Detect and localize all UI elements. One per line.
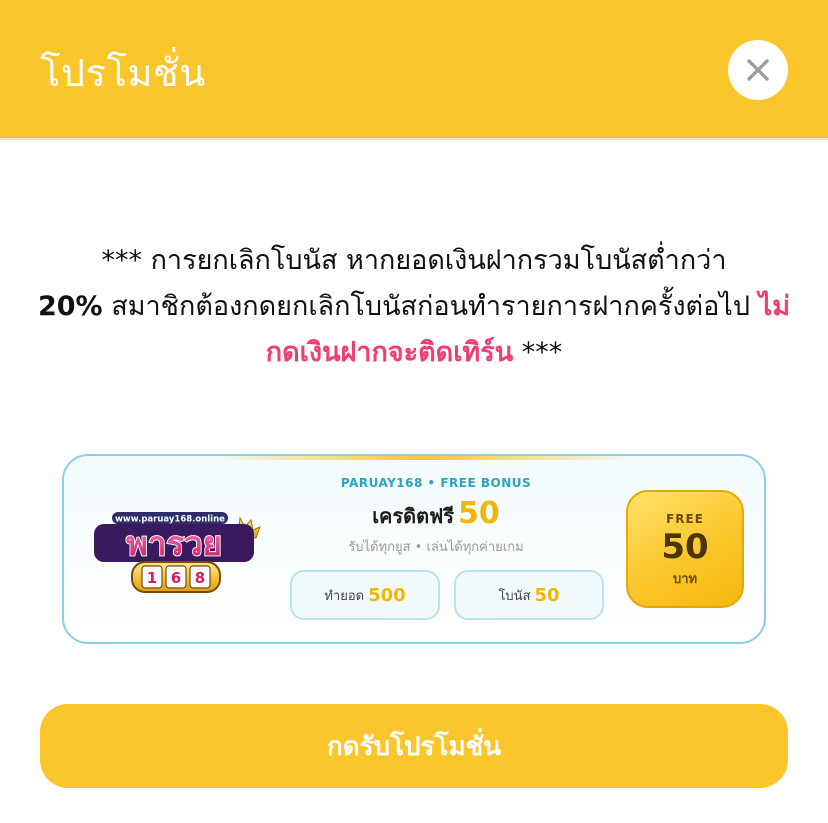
svg-text:www.paruay168.online: www.paruay168.online: [115, 515, 225, 525]
bonus-label: โบนัส: [498, 588, 531, 604]
close-button[interactable]: [728, 40, 788, 100]
bonus-pill: โบนัส 50: [454, 570, 604, 620]
notice-suffix: ***: [521, 337, 563, 368]
promo-details: PARUAY168 • FREE BONUS เครดิตฟรี 50 รับได…: [286, 476, 586, 557]
turnover-pill: ทำยอด 500: [290, 570, 440, 620]
promo-card[interactable]: www.paruay168.online พารวย 1 6 8 PARUAY1…: [62, 454, 766, 644]
credit-label: เครดิตฟรี: [372, 504, 455, 528]
svg-text:6: 6: [171, 569, 181, 587]
svg-text:พารวย: พารวย: [126, 524, 222, 563]
svg-text:8: 8: [195, 569, 205, 587]
svg-text:1: 1: [147, 569, 157, 587]
paruay168-logo: www.paruay168.online พารวย 1 6 8: [94, 512, 261, 593]
card-top-glow: [214, 456, 634, 460]
notice-prefix: *** การยกเลิกโบนัส หากยอดเงินฝากรวมโบนัส…: [101, 245, 727, 276]
modal-header: โปรโมชั่น: [0, 0, 828, 140]
badge-free-label: FREE: [666, 512, 704, 526]
claim-promotion-button[interactable]: กดรับโปรโมชั่น: [40, 704, 788, 788]
notice-percent: 20%: [37, 291, 103, 322]
promo-tagline: PARUAY168 • FREE BONUS: [340, 476, 532, 490]
close-icon: [747, 59, 769, 81]
promo-subline: รับได้ทุกยูส • เล่นได้ทุกค่ายเกม: [348, 540, 524, 555]
turnover-label: ทำยอด: [324, 588, 365, 604]
modal-title: โปรโมชั่น: [40, 51, 206, 95]
notice-middle: สมาชิกต้องกดยกเลิกโบนัสก่อนทำรายการฝากคร…: [111, 291, 751, 322]
bonus-cancel-notice: *** การยกเลิกโบนัส หากยอดเงินฝากรวมโบนัส…: [30, 238, 798, 376]
badge-unit: บาท: [672, 572, 698, 587]
credit-row: เครดิตฟรี 50: [286, 496, 586, 532]
turnover-value: 500: [368, 584, 406, 606]
bonus-value: 50: [534, 584, 560, 606]
badge-amount: 50: [661, 527, 709, 567]
free-credit-badge: FREE 50 บาท: [626, 490, 744, 608]
credit-amount: 50: [458, 496, 500, 531]
claim-promotion-label: กดรับโปรโมชั่น: [326, 731, 502, 762]
